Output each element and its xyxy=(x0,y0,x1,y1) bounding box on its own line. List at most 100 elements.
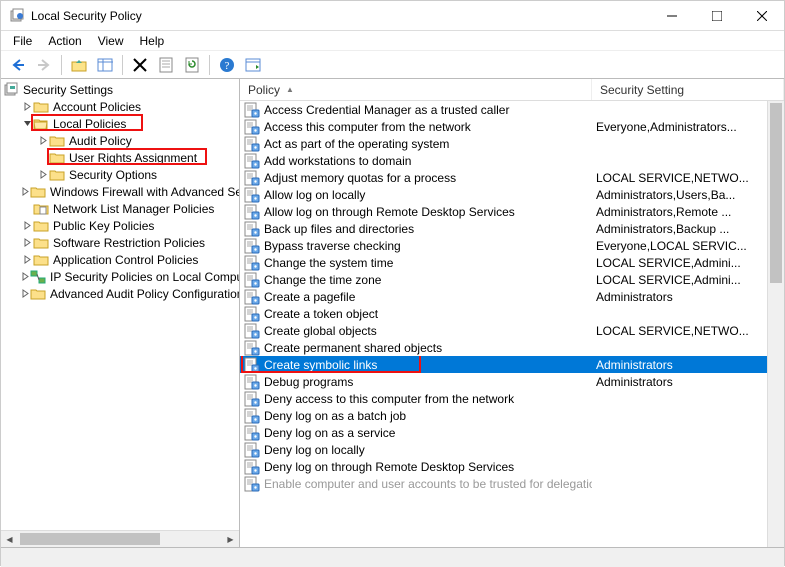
status-bar xyxy=(1,547,784,567)
policy-row[interactable]: Allow log on through Remote Desktop Serv… xyxy=(240,203,784,220)
tree-node[interactable]: IP Security Policies on Local Computer xyxy=(1,268,239,285)
toolbar-separator xyxy=(209,55,210,75)
expander-icon[interactable] xyxy=(21,237,33,249)
policy-name: Deny log on as a batch job xyxy=(264,409,406,423)
policy-row[interactable]: Create a pagefileAdministrators xyxy=(240,288,784,305)
tree-node[interactable]: Network List Manager Policies xyxy=(1,200,239,217)
minimize-button[interactable] xyxy=(649,1,694,31)
expander-icon[interactable] xyxy=(21,288,30,300)
policy-row[interactable]: Allow log on locallyAdministrators,Users… xyxy=(240,186,784,203)
menu-view[interactable]: View xyxy=(90,32,132,50)
policy-row[interactable]: Deny log on through Remote Desktop Servi… xyxy=(240,458,784,475)
expander-icon[interactable] xyxy=(21,220,33,232)
help-button[interactable]: ? xyxy=(215,53,239,77)
show-hide-tree-button[interactable] xyxy=(93,53,117,77)
tree-node[interactable]: Security Options xyxy=(1,166,239,183)
expander-icon[interactable] xyxy=(37,152,49,164)
column-header-policy[interactable]: Policy ▲ xyxy=(240,79,592,100)
policy-row[interactable]: Enable computer and user accounts to be … xyxy=(240,475,784,492)
policy-name: Change the time zone xyxy=(264,273,381,287)
folder-icon xyxy=(33,218,49,234)
menu-action[interactable]: Action xyxy=(40,32,89,50)
column-header-setting[interactable]: Security Setting xyxy=(592,79,784,100)
policy-row[interactable]: Deny access to this computer from the ne… xyxy=(240,390,784,407)
policy-icon xyxy=(244,289,260,305)
policy-row[interactable]: Add workstations to domain xyxy=(240,152,784,169)
tree-node[interactable]: Windows Firewall with Advanced Security xyxy=(1,183,239,200)
policy-cell: Create global objects xyxy=(240,323,592,339)
scroll-left-icon[interactable]: ◀ xyxy=(1,531,18,547)
scroll-thumb[interactable] xyxy=(20,533,160,545)
properties-button[interactable] xyxy=(154,53,178,77)
tree-node[interactable]: Public Key Policies xyxy=(1,217,239,234)
back-button[interactable] xyxy=(6,53,30,77)
folder-icon xyxy=(33,235,49,251)
policy-row[interactable]: Change the time zoneLOCAL SERVICE,Admini… xyxy=(240,271,784,288)
tree-node[interactable]: Advanced Audit Policy Configuration xyxy=(1,285,239,302)
policy-icon xyxy=(244,374,260,390)
policy-name: Enable computer and user accounts to be … xyxy=(264,477,592,491)
tree-node-label: User Rights Assignment xyxy=(67,151,199,165)
expander-icon[interactable] xyxy=(37,169,49,181)
tree-node[interactable]: Software Restriction Policies xyxy=(1,234,239,251)
policy-row[interactable]: Deny log on as a service xyxy=(240,424,784,441)
security-setting-cell: Administrators,Remote ... xyxy=(592,205,784,219)
policy-row[interactable]: Adjust memory quotas for a processLOCAL … xyxy=(240,169,784,186)
tree-horizontal-scrollbar[interactable]: ◀ ▶ xyxy=(1,530,239,547)
policy-name: Bypass traverse checking xyxy=(264,239,401,253)
scroll-right-icon[interactable]: ▶ xyxy=(222,531,239,547)
menu-file[interactable]: File xyxy=(5,32,40,50)
policy-name: Allow log on locally xyxy=(264,188,365,202)
menu-help[interactable]: Help xyxy=(132,32,173,50)
tree-root[interactable]: Security Settings xyxy=(1,81,239,98)
scroll-thumb[interactable] xyxy=(770,103,782,283)
policy-cell: Create symbolic links xyxy=(240,357,592,373)
policy-row[interactable]: Create global objectsLOCAL SERVICE,NETWO… xyxy=(240,322,784,339)
forward-button[interactable] xyxy=(32,53,56,77)
policy-row[interactable]: Deny log on as a batch job xyxy=(240,407,784,424)
policy-icon xyxy=(244,238,260,254)
policy-row[interactable]: Access Credential Manager as a trusted c… xyxy=(240,101,784,118)
policy-row[interactable]: Create a token object xyxy=(240,305,784,322)
expander-icon[interactable] xyxy=(21,271,30,283)
policy-row[interactable]: Back up files and directoriesAdministrat… xyxy=(240,220,784,237)
expander-icon[interactable] xyxy=(21,203,33,215)
column-header-setting-label: Security Setting xyxy=(600,83,684,97)
security-setting-cell: Everyone,Administrators... xyxy=(592,120,784,134)
security-setting-cell: Administrators xyxy=(592,290,784,304)
expander-icon[interactable] xyxy=(21,186,30,198)
policy-row[interactable]: Act as part of the operating system xyxy=(240,135,784,152)
expander-icon[interactable] xyxy=(37,135,49,147)
delete-button[interactable] xyxy=(128,53,152,77)
security-setting-cell: LOCAL SERVICE,NETWO... xyxy=(592,324,784,338)
expander-icon[interactable] xyxy=(21,118,33,130)
policy-row[interactable]: Debug programsAdministrators xyxy=(240,373,784,390)
expander-icon[interactable] xyxy=(21,254,33,266)
policy-row[interactable]: Deny log on locally xyxy=(240,441,784,458)
policy-cell: Bypass traverse checking xyxy=(240,238,592,254)
refresh-button[interactable] xyxy=(180,53,204,77)
policy-cell: Enable computer and user accounts to be … xyxy=(240,476,592,492)
list-vertical-scrollbar[interactable] xyxy=(767,101,784,547)
up-level-button[interactable] xyxy=(67,53,91,77)
policy-row[interactable]: Bypass traverse checkingEveryone,LOCAL S… xyxy=(240,237,784,254)
maximize-button[interactable] xyxy=(694,1,739,31)
policy-row[interactable]: Change the system timeLOCAL SERVICE,Admi… xyxy=(240,254,784,271)
tree-node[interactable]: Audit Policy xyxy=(1,132,239,149)
expander-icon[interactable] xyxy=(21,101,33,113)
policy-row[interactable]: Create symbolic linksAdministrators xyxy=(240,356,784,373)
policy-icon xyxy=(244,459,260,475)
tree-node[interactable]: Local Policies xyxy=(1,115,239,132)
close-button[interactable] xyxy=(739,1,784,31)
policy-icon xyxy=(244,340,260,356)
tree-node[interactable]: User Rights Assignment xyxy=(1,149,239,166)
tree-node[interactable]: Application Control Policies xyxy=(1,251,239,268)
folder-icon xyxy=(33,116,49,132)
policy-cell: Change the time zone xyxy=(240,272,592,288)
export-list-button[interactable] xyxy=(241,53,265,77)
policy-row[interactable]: Create permanent shared objects xyxy=(240,339,784,356)
folder-icon xyxy=(49,133,65,149)
policy-name: Back up files and directories xyxy=(264,222,414,236)
tree-node[interactable]: Account Policies xyxy=(1,98,239,115)
policy-row[interactable]: Access this computer from the networkEve… xyxy=(240,118,784,135)
